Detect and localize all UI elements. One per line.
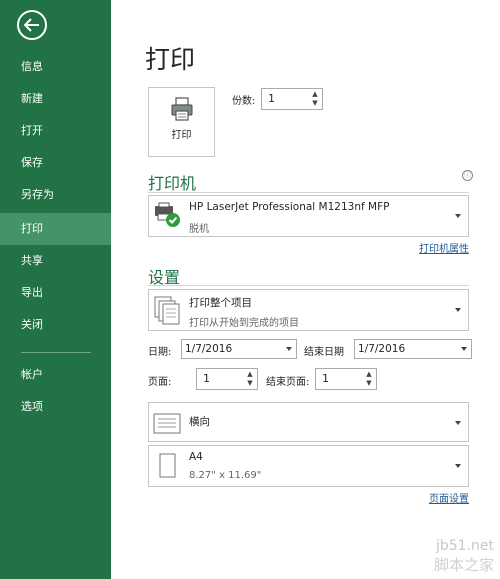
printer-name: HP LaserJet Professional M1213nf MFP [189, 201, 390, 213]
start-page-spinner[interactable]: 1 ▲ ▼ [196, 368, 258, 390]
nav-item-save-as[interactable]: 另存为 [0, 179, 111, 211]
settings-section-divider [148, 285, 469, 286]
nav-item-export[interactable]: 导出 [0, 277, 111, 309]
pages-icon [154, 296, 180, 325]
print-scope-title: 打印整个项目 [189, 297, 252, 309]
start-date-picker[interactable]: 1/7/2016 [181, 339, 297, 359]
copies-value: 1 [268, 92, 275, 105]
nav-item-options[interactable]: 选项 [0, 391, 111, 423]
printer-properties-link[interactable]: 打印机属性 [419, 240, 469, 255]
chevron-down-icon [455, 421, 461, 425]
start-page-spin-arrows[interactable]: ▲ ▼ [245, 370, 255, 388]
printer-icon [171, 97, 193, 121]
page-setup-link[interactable]: 页面设置 [429, 490, 469, 505]
end-page-spin-arrows[interactable]: ▲ ▼ [364, 370, 374, 388]
nav-item-open[interactable]: 打开 [0, 115, 111, 147]
print-panel: 打印 打印 份数: 1 ▲ ▼ 打印机 ⓘ HP LaserJet Profess… [111, 0, 500, 579]
backstage-sidebar: 信息 新建 打开 保存 另存为 打印 共享 导出 关闭 帐户 选项 [0, 0, 111, 579]
end-date-value: 1/7/2016 [358, 343, 406, 355]
print-scope-dropdown[interactable]: 打印整个项目 打印从开始到完成的项目 [148, 289, 469, 331]
paper-size-dropdown[interactable]: A4 8.27" x 11.69" [148, 445, 469, 487]
chevron-down-icon [286, 347, 292, 351]
page-label: 页面: [148, 377, 172, 388]
chevron-down-icon [455, 308, 461, 312]
nav-divider [21, 352, 91, 353]
page-title: 打印 [145, 45, 196, 74]
end-page-label: 结束页面: [266, 377, 310, 388]
info-icon[interactable]: ⓘ [462, 170, 473, 181]
orientation-value: 横向 [189, 416, 210, 428]
end-page-spinner[interactable]: 1 ▲ ▼ [315, 368, 377, 390]
copies-spinner[interactable]: 1 ▲ ▼ [261, 88, 323, 110]
printer-ready-icon [155, 202, 180, 227]
nav-item-save[interactable]: 保存 [0, 147, 111, 179]
start-date-label: 日期: [148, 347, 172, 358]
end-page-value: 1 [322, 372, 329, 385]
chevron-down-icon [455, 214, 461, 218]
nav-item-info[interactable]: 信息 [0, 51, 111, 83]
watermark: jb51.net 脚本之家 [434, 538, 494, 575]
end-date-label: 结束日期 [304, 347, 344, 358]
nav-item-account[interactable]: 帐户 [0, 359, 111, 391]
watermark-brand: 脚本之家 [433, 556, 494, 574]
chevron-down-icon [455, 464, 461, 468]
printer-section-divider [148, 192, 469, 193]
nav-item-print[interactable]: 打印 [0, 213, 111, 245]
copies-spin-arrows[interactable]: ▲ ▼ [310, 90, 320, 108]
end-date-picker[interactable]: 1/7/2016 [354, 339, 472, 359]
paper-size-dimensions: 8.27" x 11.69" [189, 470, 262, 481]
start-page-value: 1 [203, 372, 210, 385]
print-button[interactable]: 打印 [148, 87, 215, 157]
paper-size-name: A4 [189, 451, 203, 463]
printer-status: 脱机 [189, 224, 209, 235]
printer-dropdown[interactable]: HP LaserJet Professional M1213nf MFP 脱机 [148, 195, 469, 237]
copies-label: 份数: [232, 96, 256, 107]
watermark-site: jb51.net [435, 538, 494, 554]
nav-item-share[interactable]: 共享 [0, 245, 111, 277]
orientation-dropdown[interactable]: 横向 [148, 402, 469, 442]
start-date-value: 1/7/2016 [185, 343, 233, 355]
landscape-icon [153, 413, 181, 434]
paper-icon [159, 453, 176, 478]
chevron-down-icon [461, 347, 467, 351]
print-scope-subtitle: 打印从开始到完成的项目 [189, 318, 299, 329]
nav-item-new[interactable]: 新建 [0, 83, 111, 115]
nav-item-close[interactable]: 关闭 [0, 309, 111, 341]
back-button[interactable] [17, 10, 47, 40]
printer-section-title: 打印机 [148, 174, 197, 193]
print-button-label: 打印 [171, 130, 192, 141]
back-arrow-icon [24, 18, 39, 32]
